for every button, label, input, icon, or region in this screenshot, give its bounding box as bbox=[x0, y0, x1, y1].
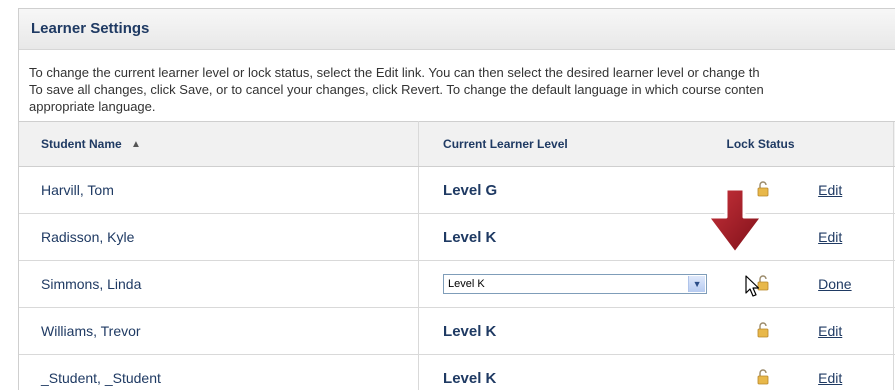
action-cell: Edit bbox=[817, 355, 893, 390]
header-lock-status-label: Lock Status bbox=[727, 137, 795, 151]
level-value: Level K bbox=[443, 229, 496, 246]
lock-cell bbox=[727, 261, 818, 308]
student-name: Simmons, Linda bbox=[19, 261, 419, 308]
instructions-line: To change the current learner level or l… bbox=[29, 64, 895, 81]
mouse-pointer-icon bbox=[745, 275, 761, 304]
level-value: Level K bbox=[443, 370, 496, 387]
instructions-line: To save all changes, click Save, or to c… bbox=[29, 81, 895, 98]
lock-cell bbox=[727, 355, 818, 390]
header-current-level: Current Learner Level bbox=[419, 122, 727, 167]
chevron-down-icon[interactable]: ▼ bbox=[688, 276, 705, 292]
table-row: Simmons, Linda Level K ▼ Done bbox=[19, 261, 895, 308]
learner-level: Level K bbox=[419, 214, 727, 261]
lock-cell bbox=[727, 308, 818, 355]
table-row: _Student, _Student Level K Edit bbox=[19, 355, 895, 390]
student-name: Radisson, Kyle bbox=[19, 214, 419, 261]
level-value: Level K bbox=[443, 323, 496, 340]
student-name: _Student, _Student bbox=[19, 355, 419, 390]
header-student-name[interactable]: Student Name ▲ bbox=[19, 122, 419, 167]
unlocked-padlock-icon bbox=[757, 322, 769, 341]
learner-level: Level G bbox=[419, 167, 727, 214]
action-cell: Done bbox=[817, 261, 893, 308]
edit-link[interactable]: Edit bbox=[818, 370, 842, 386]
red-down-arrow-icon bbox=[706, 187, 766, 262]
learner-level: Level K bbox=[419, 308, 727, 355]
table-row: Williams, Trevor Level K Edit bbox=[19, 308, 895, 355]
done-link[interactable]: Done bbox=[818, 276, 851, 292]
instructions-text: To change the current learner level or l… bbox=[19, 50, 895, 113]
learner-level: Level K bbox=[419, 355, 727, 390]
action-cell: Edit bbox=[817, 214, 893, 261]
level-value: Level G bbox=[443, 182, 497, 199]
header-lock-status: Lock Status bbox=[727, 122, 894, 167]
student-name: Harvill, Tom bbox=[19, 167, 419, 214]
instructions-line: appropriate language. bbox=[29, 98, 895, 115]
learner-level-select[interactable]: Level K ▼ bbox=[443, 274, 707, 294]
unlocked-padlock-icon bbox=[757, 369, 769, 388]
learner-level: Level K ▼ bbox=[419, 261, 727, 308]
edit-link[interactable]: Edit bbox=[818, 182, 842, 198]
sort-ascending-icon[interactable]: ▲ bbox=[131, 139, 141, 150]
edit-link[interactable]: Edit bbox=[818, 323, 842, 339]
selected-level: Level K bbox=[448, 278, 485, 290]
panel-title: Learner Settings bbox=[19, 9, 895, 50]
table-header-row: Student Name ▲ Current Learner Level Loc… bbox=[19, 122, 895, 167]
action-cell: Edit bbox=[817, 308, 893, 355]
header-student-name-label: Student Name bbox=[41, 137, 122, 151]
action-cell: Edit bbox=[817, 167, 893, 214]
edit-link[interactable]: Edit bbox=[818, 229, 842, 245]
student-name: Williams, Trevor bbox=[19, 308, 419, 355]
